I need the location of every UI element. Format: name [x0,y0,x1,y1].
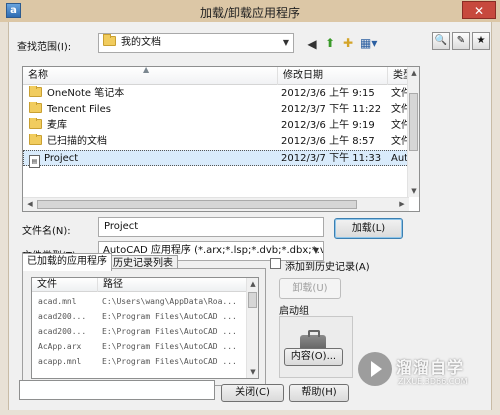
file-name: 已扫描的文档 [47,136,107,147]
app-row[interactable]: acad.mnl C:\Users\wang\AppData\Roa... [32,295,248,309]
file-list-header: ▲ 名称 修改日期 类型 [23,67,413,85]
watermark: 溜溜自学 ZIXUE.3D66.COM [352,348,492,400]
up-folder-icon[interactable]: ⬆ [322,35,338,51]
back-icon[interactable]: ◀ [304,36,320,52]
column-path[interactable]: 路径 [98,278,248,292]
look-in-dropdown[interactable]: 我的文档 ▼ [98,33,294,53]
look-in-value: 我的文档 [121,37,161,48]
app-row[interactable]: AcApp.arx E:\Program Files\AutoCAD ... [32,340,248,354]
app-file: acad200... [38,327,87,336]
scroll-down-icon[interactable]: ▼ [248,368,258,376]
loaded-apps-header: 文件 路径 [32,278,248,292]
scroll-left-icon[interactable]: ◀ [25,200,35,208]
apps-vertical-scrollbar[interactable]: ▲ ▼ [246,278,258,378]
load-button[interactable]: 加载(L) [334,218,403,239]
app-file: acad.mnl [38,297,77,306]
folder-icon [29,134,42,145]
file-date: 2012/3/6 上午 8:57 [281,136,375,147]
close-window-button[interactable]: ✕ [462,1,496,19]
app-file: acapp.mnl [38,357,82,366]
app-row[interactable]: acad200... E:\Program Files\AutoCAD ... [32,325,248,339]
column-name[interactable]: 名称 [23,67,278,85]
play-logo-icon [358,352,392,386]
file-date: 2012/3/6 上午 9:15 [281,88,375,99]
unload-button[interactable]: 卸载(U) [279,278,341,299]
file-row[interactable]: 已扫描的文档 2012/3/6 上午 8:57 文件 [23,134,411,150]
file-row[interactable]: Tencent Files 2012/3/7 下午 11:22 文件 [23,102,411,118]
add-to-history-label: 添加到历史记录(A) [285,262,370,273]
file-name: Tencent Files [47,104,111,115]
watermark-subtitle: ZIXUE.3D66.COM [398,377,468,386]
file-list-vertical-scrollbar[interactable]: ▲ ▼ [407,67,419,197]
app-row[interactable]: acapp.mnl E:\Program Files\AutoCAD ... [32,355,248,369]
startup-contents-button[interactable]: 内容(O)... [284,348,343,366]
scroll-down-icon[interactable]: ▼ [409,187,419,195]
folder-icon [29,118,42,129]
scroll-right-icon[interactable]: ▶ [397,200,407,208]
app-path: E:\Program Files\AutoCAD ... [102,357,237,366]
file-date: 2012/3/6 上午 9:19 [281,120,375,131]
app-path: C:\Users\wang\AppData\Roa... [102,297,237,306]
scroll-thumb[interactable] [248,292,257,308]
file-list[interactable]: ▲ 名称 修改日期 类型 OneNote 笔记本 2012/3/6 上午 9:1… [22,66,420,212]
app-path: E:\Program Files\AutoCAD ... [102,327,237,336]
chevron-down-icon: ▼ [282,38,290,47]
dwg-file-icon: ▤ [29,155,40,168]
file-list-horizontal-scrollbar[interactable]: ◀ ▶ [23,197,409,211]
title-bar: a 加载/卸载应用程序 ✕ [0,0,500,22]
app-row[interactable]: acad200... E:\Program Files\AutoCAD ... [32,310,248,324]
app-file: AcApp.arx [38,342,82,351]
folder-icon [29,102,42,113]
filename-input[interactable]: Project [98,217,324,237]
dialog-title: 加载/卸载应用程序 [199,6,301,20]
folder-icon [29,86,42,97]
add-to-history-checkbox[interactable] [270,258,281,269]
startup-suite-box [279,316,353,378]
favorites-icon[interactable]: ★ [472,32,490,50]
folder-icon [103,34,116,46]
column-file[interactable]: 文件 [32,278,98,292]
file-row[interactable]: OneNote 笔记本 2012/3/6 上午 9:15 文件 [23,86,411,102]
startup-suite-label: 启动组 [279,306,309,317]
file-row-selected[interactable]: ▤Project 2012/3/7 下午 11:33 Autc [23,150,411,168]
tools-icon[interactable]: ✎ [452,32,470,50]
help-button[interactable]: 帮助(H) [289,384,349,402]
tab-loaded-applications[interactable]: 已加载的应用程序 [22,253,112,271]
new-folder-icon[interactable]: ✚ [340,35,356,51]
loaded-apps-panel: 文件 路径 acad.mnl C:\Users\wang\AppData\Roa… [22,268,266,386]
app-file: acad200... [38,312,87,321]
filename-label: 文件名(N): [22,226,71,237]
close-button[interactable]: 关闭(C) [221,384,284,402]
watermark-title: 溜溜自学 [396,358,465,377]
file-name: Project [44,153,79,164]
scroll-thumb[interactable] [409,93,418,151]
app-path: E:\Program Files\AutoCAD ... [102,342,237,351]
search-icon[interactable]: 🔍 [432,32,450,50]
status-field [19,380,215,400]
file-date: 2012/3/7 下午 11:22 [281,104,382,115]
scroll-thumb[interactable] [37,200,357,209]
file-name: 麦库 [47,120,67,131]
file-date: 2012/3/7 下午 11:33 [281,153,382,164]
file-name: OneNote 笔记本 [47,88,125,99]
look-in-label: 查找范围(I): [17,42,72,53]
file-row[interactable]: 麦库 2012/3/6 上午 9:19 文件 [23,118,411,134]
views-icon[interactable]: ▦▾ [360,35,377,51]
scroll-up-icon[interactable]: ▲ [248,280,258,288]
column-date[interactable]: 修改日期 [278,67,388,85]
loaded-apps-list[interactable]: 文件 路径 acad.mnl C:\Users\wang\AppData\Roa… [31,277,259,379]
scroll-up-icon[interactable]: ▲ [409,69,419,77]
app-path: E:\Program Files\AutoCAD ... [102,312,237,321]
